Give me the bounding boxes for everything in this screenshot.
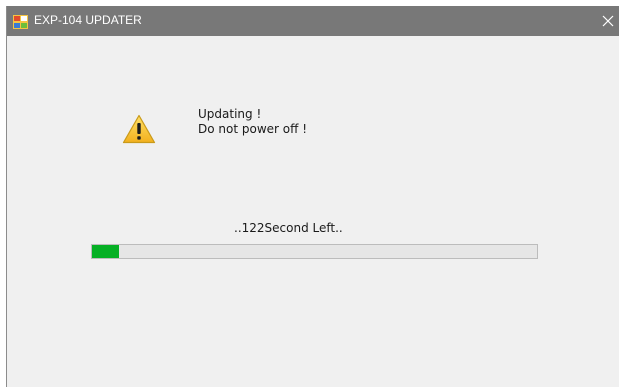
update-progress-bar <box>91 244 538 259</box>
app-icon <box>13 14 28 29</box>
title-bar[interactable]: EXP-104 UPDATER <box>7 6 619 36</box>
updater-window: EXP-104 UPDATER Updating ! Do not power … <box>6 6 619 387</box>
progress-fill <box>92 245 119 258</box>
window-title: EXP-104 UPDATER <box>34 13 142 27</box>
time-remaining-label: ..122Second Left.. <box>234 221 343 235</box>
warning-icon <box>122 114 156 144</box>
update-message: Updating ! Do not power off ! <box>198 107 307 137</box>
close-icon <box>602 15 614 27</box>
close-button[interactable] <box>600 6 619 36</box>
message-line-power-warning: Do not power off ! <box>198 122 308 136</box>
message-line-updating: Updating ! <box>198 107 262 121</box>
